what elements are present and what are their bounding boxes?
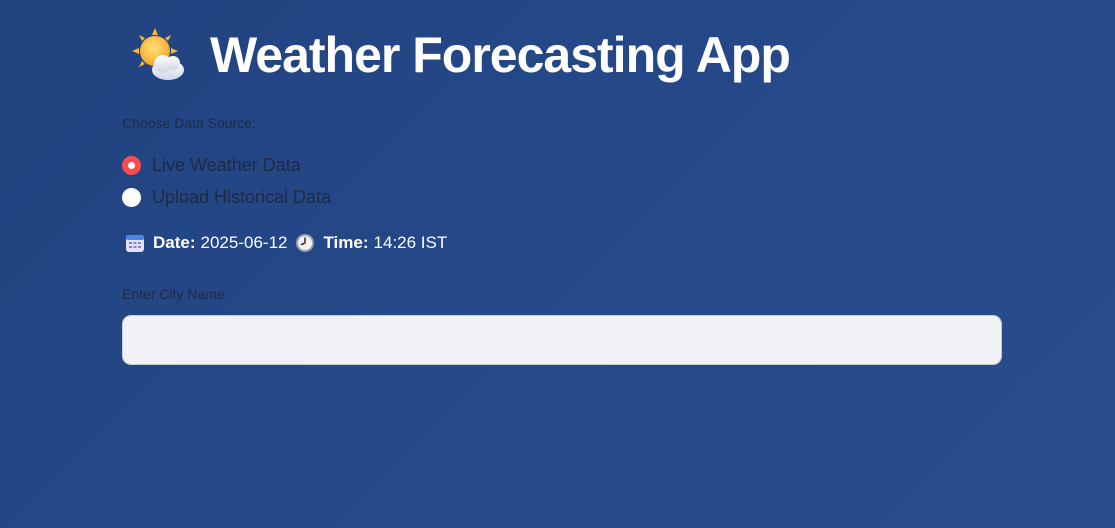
datetime-row: Date: 2025-06-12 Time: 14:26 IST [125,233,447,253]
date-label: Date: [153,233,196,252]
time-value: 14:26 IST [373,233,448,252]
radio-label-upload-historical: Upload Historical Data [152,186,332,207]
radio-option-live-weather[interactable]: Live Weather Data [122,149,331,181]
date-value: 2025-06-12 [200,233,288,252]
page-header: Weather Forecasting App [130,26,791,84]
radio-option-upload-historical[interactable]: Upload Historical Data [122,181,331,213]
clock-icon [295,233,315,253]
city-name-input[interactable] [122,315,1002,365]
radio-selected-icon[interactable] [122,155,141,175]
page-title: Weather Forecasting App [210,27,791,83]
radio-label-live-weather: Live Weather Data [152,154,301,175]
data-source-radio-group: Live Weather Data Upload Historical Data [122,149,331,213]
sun-behind-cloud-icon [130,26,188,84]
radio-unselected-icon[interactable] [122,187,141,207]
data-source-label: Choose Data Source: [122,115,256,131]
time-label: Time: [323,233,369,252]
calendar-icon [125,233,145,253]
city-input-label: Enter City Name [122,286,225,302]
